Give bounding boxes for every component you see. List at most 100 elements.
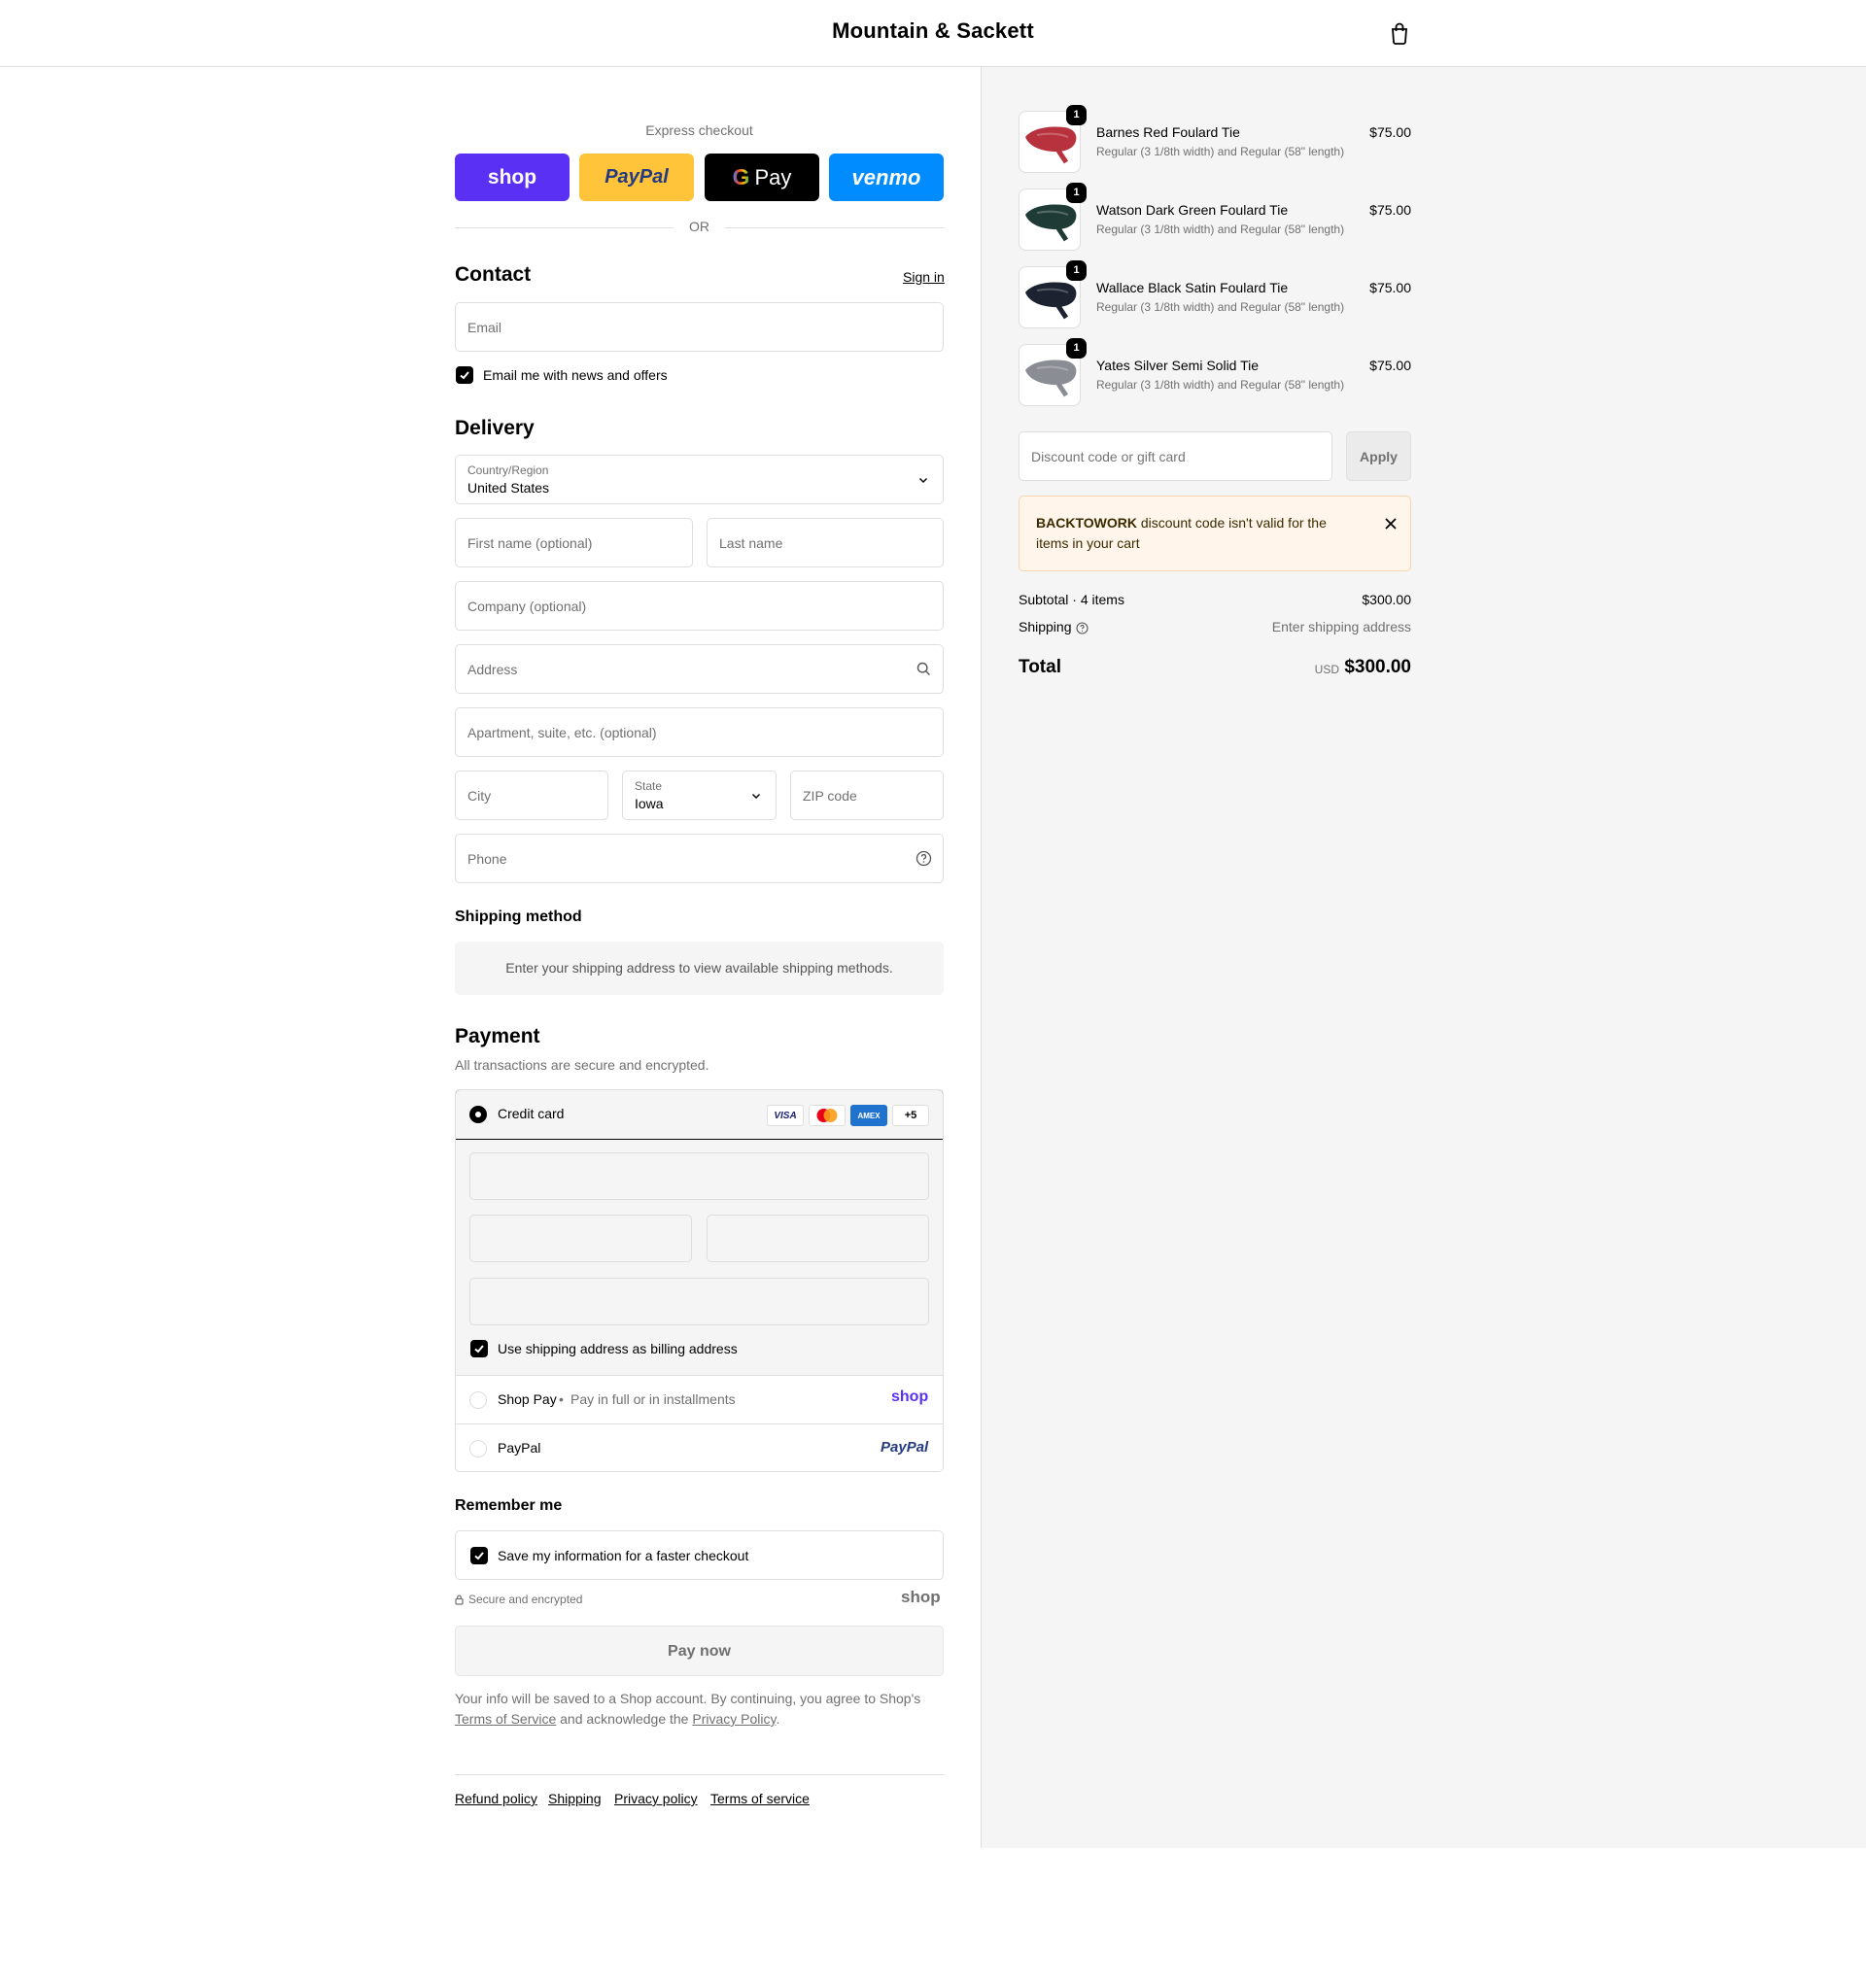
credit-card-form: Use shipping address as billing address [456, 1140, 943, 1376]
discount-code-input[interactable] [1019, 432, 1331, 480]
apartment-field[interactable] [455, 707, 944, 757]
address-input[interactable] [456, 645, 943, 693]
last-name-input[interactable] [708, 519, 943, 566]
legal-text: . [776, 1711, 780, 1727]
phone-input[interactable] [456, 835, 943, 882]
lock-icon [455, 1594, 464, 1605]
subtotal-row: Subtotal · 4 items $300.00 [1019, 592, 1411, 611]
discount-code-name: BACKTOWORK [1036, 515, 1137, 531]
paypal-button[interactable]: PayPal [579, 154, 694, 201]
legal-text: Your info will be saved to a Shop accoun… [455, 1691, 921, 1706]
save-info-checkbox[interactable] [470, 1547, 488, 1564]
product-price: $75.00 [1369, 358, 1411, 373]
billing-address-checkbox[interactable] [470, 1340, 488, 1357]
shop-pay-radio[interactable] [469, 1391, 487, 1409]
zip-input[interactable] [791, 771, 943, 819]
help-circle-icon[interactable] [1076, 622, 1088, 634]
product-name: Yates Silver Semi Solid Tie [1096, 358, 1260, 373]
pay-now-button[interactable]: Pay now [455, 1626, 944, 1676]
product-price: $75.00 [1369, 124, 1411, 140]
company-field[interactable] [455, 581, 944, 631]
subtotal-label: Subtotal · 4 items [1019, 592, 1124, 607]
checkmark-icon [460, 371, 469, 380]
shipping-method-notice: Enter your shipping address to view avai… [455, 942, 944, 995]
or-divider: OR [455, 219, 944, 236]
remember-me-heading: Remember me [455, 1497, 563, 1514]
first-name-input[interactable] [456, 519, 692, 566]
search-icon [916, 662, 930, 675]
google-pay-button[interactable]: G Pay [705, 154, 819, 201]
privacy-policy-link[interactable]: Privacy Policy [692, 1711, 776, 1727]
last-name-field[interactable] [707, 518, 944, 567]
credit-card-option[interactable]: Credit card VISA AMEX +5 [456, 1090, 943, 1140]
phone-field[interactable] [455, 834, 944, 883]
credit-card-radio[interactable] [469, 1106, 487, 1123]
security-code-field[interactable] [707, 1215, 929, 1262]
zip-field[interactable] [790, 771, 944, 820]
email-field[interactable] [455, 302, 944, 352]
apartment-input[interactable] [456, 708, 943, 756]
help-circle-icon[interactable] [916, 850, 932, 867]
card-number-field[interactable] [469, 1152, 929, 1200]
product-variant: Regular (3 1/8th width) and Regular (58"… [1096, 145, 1345, 158]
privacy-policy-footer-link[interactable]: Privacy policy [614, 1791, 698, 1806]
paypal-option[interactable]: PayPal PayPal [456, 1424, 943, 1471]
order-summary-panel [981, 67, 1866, 1848]
product-name: Watson Dark Green Foulard Tie [1096, 202, 1289, 218]
shop-pay-option[interactable]: Shop Pay • Pay in full or in installment… [456, 1376, 943, 1424]
discount-code-field[interactable] [1019, 431, 1332, 481]
shipping-value: Enter shipping address [1271, 619, 1411, 634]
expiration-date-field[interactable] [469, 1215, 692, 1262]
billing-address-label: Use shipping address as billing address [498, 1341, 738, 1356]
terms-of-service-link[interactable]: Terms of Service [455, 1711, 556, 1727]
state-label: State [635, 779, 663, 793]
venmo-button[interactable]: venmo [829, 154, 944, 201]
product-price: $75.00 [1369, 202, 1411, 218]
google-g-icon: G [732, 164, 750, 189]
footer-divider [455, 1774, 944, 1775]
paypal-logo-text: PayPal [605, 166, 669, 188]
name-on-card-field[interactable] [469, 1278, 929, 1325]
state-select[interactable]: State Iowa [622, 771, 777, 820]
first-name-field[interactable] [455, 518, 693, 567]
store-brand[interactable]: Mountain & Sackett [0, 18, 1866, 44]
amex-icon: AMEX [850, 1105, 887, 1126]
shop-pay-bullet: • [559, 1391, 564, 1407]
apply-discount-button[interactable]: Apply [1346, 431, 1411, 481]
shipping-label: Shipping [1019, 619, 1072, 634]
discount-error-notice: BACKTOWORK discount code isn't valid for… [1019, 496, 1411, 571]
company-input[interactable] [456, 582, 943, 630]
country-select[interactable]: Country/Region United States [455, 455, 944, 504]
express-checkout-title: Express checkout [645, 122, 753, 138]
checkmark-icon [474, 1345, 484, 1354]
currency-code: USD [1314, 663, 1339, 676]
sign-in-link[interactable]: Sign in [903, 269, 945, 285]
secure-text: Secure and encrypted [468, 1593, 583, 1606]
city-field[interactable] [455, 771, 608, 820]
chevron-down-icon [752, 794, 760, 799]
shipping-policy-link[interactable]: Shipping [548, 1791, 602, 1806]
chevron-down-icon [919, 478, 927, 483]
close-icon[interactable] [1384, 517, 1398, 531]
email-input[interactable] [456, 303, 943, 351]
paypal-label: PayPal [498, 1440, 541, 1456]
paypal-radio[interactable] [469, 1440, 487, 1457]
refund-policy-link[interactable]: Refund policy [455, 1791, 537, 1806]
terms-of-service-footer-link[interactable]: Terms of service [710, 1791, 810, 1806]
total-label: Total [1019, 657, 1061, 677]
shop-pay-button[interactable]: shop [455, 154, 570, 201]
product-name: Barnes Red Foulard Tie [1096, 124, 1240, 140]
state-value: Iowa [635, 796, 664, 811]
shop-pay-label: Shop Pay [498, 1391, 557, 1407]
gpay-text: Pay [754, 164, 792, 189]
total-value: $300.00 [1344, 657, 1411, 677]
more-cards-badge: +5 [892, 1105, 929, 1126]
shopping-bag-icon[interactable] [1390, 21, 1409, 45]
shop-logo: shop [891, 1388, 929, 1405]
address-field[interactable] [455, 644, 944, 694]
news-checkbox[interactable] [456, 366, 473, 384]
remember-me-box: Save my information for a faster checkou… [455, 1530, 944, 1580]
shop-logo-text: shop [487, 165, 537, 189]
city-input[interactable] [456, 771, 607, 819]
quantity-badge: 1 [1066, 338, 1087, 359]
